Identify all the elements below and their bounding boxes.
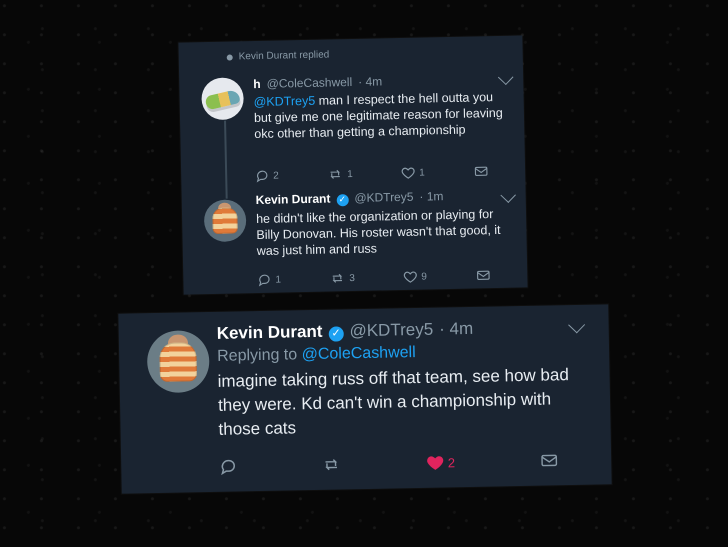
person-shirt-art (159, 342, 198, 382)
user-handle[interactable]: @KDTrey5 (354, 190, 413, 205)
retweet-count: 3 (349, 272, 356, 284)
avatar[interactable] (201, 77, 245, 121)
tweet-header: Kevin Durant ✓ @KDTrey5 · 1m (256, 188, 510, 208)
dm-button[interactable] (473, 164, 489, 178)
time-value: 1m (426, 189, 444, 204)
avatar[interactable] (146, 329, 210, 394)
message-icon (475, 268, 491, 282)
verified-badge-icon: ✓ (328, 326, 344, 342)
retweet-button[interactable]: 1 (327, 167, 353, 182)
tweet-text: imagine taking russ off that team, see h… (217, 364, 574, 439)
dm-button[interactable] (539, 451, 559, 469)
tweet-header: h @ColeCashwell · 4m (253, 72, 507, 91)
reply-button[interactable] (219, 457, 237, 476)
user-handle[interactable]: @ColeCashwell (266, 75, 352, 91)
tweet-header: Kevin Durant ✓ @KDTrey5 · 4m (217, 317, 587, 344)
reply-icon (255, 169, 269, 183)
display-name[interactable]: Kevin Durant (217, 322, 323, 344)
tweet-content: Kevin Durant ✓ @KDTrey5 · 4m Replying to… (217, 317, 589, 442)
tweet-actions: 2 1 1 (255, 164, 489, 183)
tweet-text: @KDTrey5 man I respect the hell outta yo… (253, 89, 508, 142)
conversation-card: Kevin Durant replied h @ColeCashwell · 4… (178, 35, 528, 295)
retweet-button[interactable]: 3 (329, 271, 355, 286)
retweet-icon (327, 167, 343, 181)
like-count: 2 (447, 454, 456, 470)
person-shirt-art (212, 207, 239, 235)
tweet-time: · 4m (358, 74, 383, 89)
reply-button[interactable]: 2 (255, 169, 279, 183)
dot-icon (226, 53, 233, 61)
mention-link[interactable]: @KDTrey5 (254, 94, 316, 109)
retweet-button[interactable] (321, 455, 341, 473)
tweet-time: · 4m (438, 318, 474, 339)
tweet-content: Kevin Durant ✓ @KDTrey5 · 1m he didn't l… (256, 188, 511, 259)
like-button[interactable]: 9 (403, 269, 427, 283)
message-icon (473, 164, 489, 178)
reply-icon (219, 457, 237, 476)
replied-label: Kevin Durant replied (238, 49, 330, 63)
retweet-count: 1 (347, 168, 353, 180)
user-handle[interactable]: @KDTrey5 (349, 320, 433, 342)
tweet-actions: 1 3 9 (257, 268, 491, 287)
replied-indicator: Kevin Durant replied (226, 49, 330, 63)
reply-count: 1 (275, 274, 282, 286)
reply-icon (257, 273, 271, 287)
like-button[interactable]: 2 (426, 453, 456, 472)
heart-icon (426, 454, 444, 472)
display-name[interactable]: Kevin Durant (256, 191, 331, 207)
retweet-icon (329, 271, 345, 285)
display-name[interactable]: h (253, 77, 261, 91)
tweet-text: he didn't like the organization or playi… (255, 206, 505, 258)
like-count: 9 (421, 270, 428, 283)
replying-to: Replying to @ColeCashwell (217, 341, 587, 366)
heart-icon (401, 166, 415, 180)
like-button[interactable]: 1 (401, 166, 425, 180)
replying-to-link[interactable]: @ColeCashwell (301, 344, 415, 363)
verified-badge-icon: ✓ (336, 193, 349, 206)
replying-label: Replying to (216, 346, 298, 365)
retweet-icon (321, 455, 341, 473)
thread-line (224, 120, 228, 199)
message-icon (539, 451, 559, 469)
shoe-avatar-art (204, 89, 241, 111)
heart-icon (403, 270, 417, 284)
tweet-time: · 1m (419, 189, 444, 204)
reply-button[interactable]: 1 (257, 273, 281, 287)
time-value: 4m (449, 318, 474, 339)
tweet-actions: 2 (219, 451, 559, 476)
kd-tweet-card[interactable]: Kevin Durant ✓ @KDTrey5 · 4m Replying to… (118, 304, 612, 494)
dm-button[interactable] (475, 268, 491, 282)
reply-count: 2 (273, 170, 279, 182)
like-count: 1 (419, 167, 425, 179)
avatar[interactable] (203, 199, 247, 243)
time-value: 4m (365, 74, 383, 89)
tweet-content: h @ColeCashwell · 4m @KDTrey5 man I resp… (253, 72, 508, 142)
